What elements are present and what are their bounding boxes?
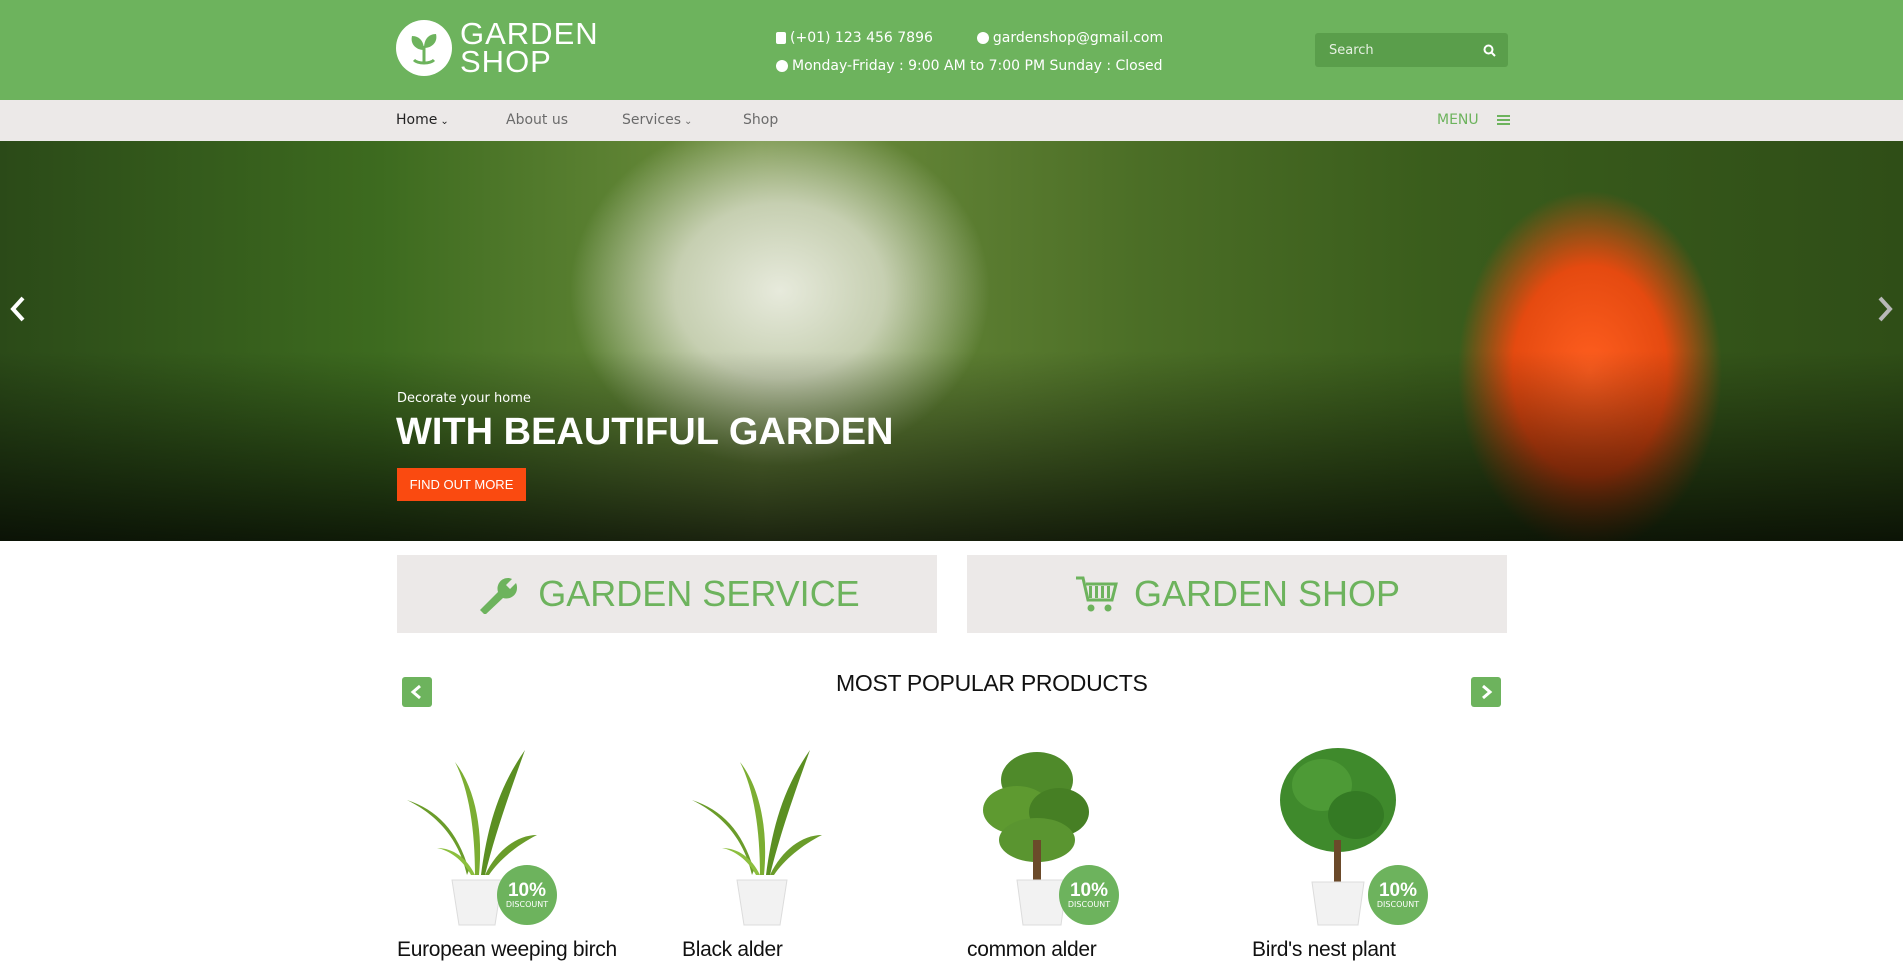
chevron-down-icon: ⌄ (684, 116, 693, 127)
chevron-down-icon: ⌄ (440, 116, 449, 127)
search-box (1315, 33, 1508, 67)
nav-item-label: About us (506, 112, 569, 128)
garden-shop-box[interactable]: GARDEN SHOP (967, 555, 1507, 633)
chevron-right-icon (1878, 296, 1893, 322)
email-icon (976, 32, 989, 44)
product-name[interactable]: Bird's nest plant (1252, 938, 1396, 962)
hero-kicker: Decorate your home (397, 391, 531, 406)
phone-icon (776, 32, 786, 44)
nav-item-services[interactable]: Services ⌄ (622, 112, 692, 128)
product-name[interactable]: European weeping birch (397, 938, 617, 962)
nav-item-about[interactable]: About us (506, 112, 568, 128)
logo-line2: SHOP (460, 44, 552, 79)
product-name[interactable]: Black alder (682, 938, 783, 962)
logo[interactable]: GARDEN SHOP (396, 18, 599, 79)
product-card[interactable]: 10% DISCOUNT Bird's nest plant (1252, 740, 1492, 966)
hero-headline: WITH BEAUTIFUL GARDEN (396, 411, 894, 453)
chevron-left-icon (10, 296, 25, 322)
chevron-right-icon (1482, 684, 1493, 700)
search-input[interactable] (1315, 42, 1475, 58)
products-next-button[interactable] (1471, 677, 1501, 707)
product-card[interactable]: Black alder (682, 740, 922, 966)
email-address[interactable]: gardenshop@gmail.com (993, 30, 1163, 46)
garden-service-label: GARDEN SERVICE (538, 573, 860, 614)
contact-info: (+01) 123 456 7896 gardenshop@gmail.com … (776, 28, 1163, 84)
wrench-icon (480, 578, 518, 614)
nav-item-label: Services (622, 112, 682, 128)
hamburger-icon (1496, 115, 1510, 125)
shopping-cart-icon (1075, 576, 1118, 612)
products-prev-button[interactable] (402, 677, 432, 707)
opening-hours: Monday-Friday : 9:00 AM to 7:00 PM Sunda… (792, 58, 1163, 74)
plant-image (692, 750, 822, 926)
leaf-logo-icon (396, 20, 452, 76)
top-header: GARDEN SHOP (+01) 123 456 7896 gardensho… (0, 0, 1903, 100)
nav-item-home[interactable]: Home ⌄ (396, 112, 449, 128)
product-card[interactable]: 10% DISCOUNT European weeping birch (397, 740, 637, 966)
logo-text: GARDEN SHOP (460, 18, 599, 79)
product-card[interactable]: 10% DISCOUNT common alder (967, 740, 1207, 966)
nav-item-label: Home (396, 112, 438, 128)
discount-badge: 10% DISCOUNT (497, 865, 557, 925)
menu-toggle-button[interactable]: MENU (1437, 112, 1510, 128)
page: GARDEN SHOP (+01) 123 456 7896 gardensho… (0, 0, 1903, 966)
chevron-left-icon (410, 684, 421, 700)
hero-slider: Decorate your home WITH BEAUTIFUL GARDEN… (0, 141, 1903, 541)
product-name[interactable]: common alder (967, 938, 1097, 962)
products-section-title: MOST POPULAR PRODUCTS (836, 670, 1148, 696)
nav-item-shop[interactable]: Shop (743, 112, 778, 128)
phone-number: (+01) 123 456 7896 (790, 30, 933, 46)
garden-service-box[interactable]: GARDEN SERVICE (397, 555, 937, 633)
clock-icon (776, 60, 788, 72)
find-out-more-button[interactable]: FIND OUT MORE (397, 468, 526, 501)
nav-item-label: Shop (743, 112, 779, 128)
main-nav: Home ⌄ About us Services ⌄ Shop MENU (0, 100, 1903, 141)
search-icon (1483, 44, 1496, 57)
hero-prev-button[interactable] (3, 289, 33, 329)
discount-badge: 10% DISCOUNT (1368, 865, 1428, 925)
search-button[interactable] (1475, 36, 1503, 64)
hero-next-button[interactable] (1870, 289, 1900, 329)
discount-badge: 10% DISCOUNT (1059, 865, 1119, 925)
menu-label: MENU (1437, 112, 1479, 128)
garden-shop-label: GARDEN SHOP (1133, 573, 1401, 614)
